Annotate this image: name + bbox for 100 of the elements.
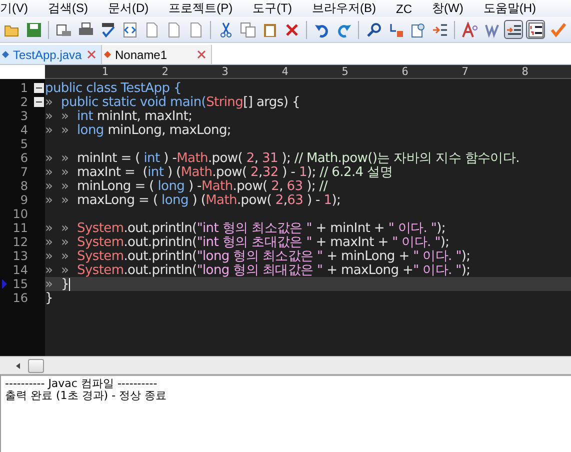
menu-item[interactable]: 브라우저(B) — [312, 0, 376, 17]
tab-mark: » — [45, 122, 54, 138]
tab-mark: » — [45, 164, 54, 180]
line-number: 5 — [19, 137, 28, 151]
line-number: 7 — [19, 165, 28, 179]
code-text: .pow( — [208, 150, 243, 166]
code-text: .out.println( — [124, 262, 197, 278]
code-text: Math — [206, 192, 237, 208]
ruler-number: 8 — [520, 65, 530, 78]
code-text: ) ( — [166, 164, 181, 180]
menu-item[interactable]: 도움말(H) — [483, 0, 536, 17]
code-text: ); — [436, 220, 446, 236]
copy-icon — [240, 22, 256, 38]
line-number: 4 — [19, 123, 28, 137]
fold-toggle-icon[interactable] — [34, 83, 44, 93]
toolbar-button[interactable] — [504, 20, 523, 39]
line-numbers-icon — [528, 22, 544, 38]
code-text: 2 — [250, 164, 259, 180]
code-text: public class TestApp { — [45, 80, 182, 96]
italic-w-icon — [484, 22, 500, 38]
menu-item[interactable]: 도구(T) — [252, 0, 292, 17]
menu-item[interactable]: 기(V) — [0, 0, 28, 17]
line-number: 16 — [12, 291, 28, 305]
scroll-thumb[interactable] — [28, 358, 44, 372]
code-text: // Math.pow()는 자바의 지수 함수이다. — [294, 150, 520, 166]
menu-item[interactable]: 문서(D) — [108, 0, 149, 17]
code-text: " 이다. " — [413, 262, 462, 279]
code-text: "int 형의 최소값은 " — [196, 220, 312, 236]
code-text: 31 — [262, 150, 278, 166]
code-text: 2 — [271, 178, 280, 194]
code-text: .out.println( — [124, 220, 197, 236]
code-text: 1 — [299, 164, 307, 180]
menu-item[interactable]: 프로젝트(P) — [168, 0, 233, 17]
code-text: 32 — [262, 164, 278, 180]
page-icon — [144, 22, 160, 38]
tab-label: Noname1 — [115, 48, 168, 62]
ruler-number: 7 — [460, 65, 470, 78]
toolbar-button[interactable] — [526, 20, 545, 39]
code-page-icon — [122, 22, 138, 38]
scissors-icon — [218, 22, 234, 38]
menu-item[interactable]: 창(W) — [432, 0, 464, 17]
line-number: 1 — [19, 81, 28, 95]
code-editor[interactable] — [0, 79, 571, 356]
code-text: Math — [180, 164, 212, 180]
tab-mark: » — [45, 150, 54, 166]
code-text: long — [158, 178, 185, 194]
code-text: 2 — [275, 192, 284, 208]
code-text: // 6.2.4 설명 — [320, 165, 392, 180]
code-text: 2 — [246, 150, 254, 166]
search-icon — [366, 22, 382, 38]
close-icon — [284, 22, 300, 38]
code-text: ); — [280, 150, 292, 166]
tab-mark: » — [61, 234, 70, 250]
code-text: ); — [306, 178, 316, 194]
code-text: ) ( — [191, 192, 206, 208]
fold-toggle-icon[interactable] — [34, 97, 44, 107]
horizontal-scrollbar[interactable] — [0, 356, 571, 374]
tab-mark: » — [45, 108, 54, 124]
tab-mark: » — [45, 192, 54, 208]
output-line: 출력 완료 (1초 경과) - 정상 종료 — [5, 390, 168, 402]
line-number: 13 — [12, 249, 28, 263]
close-icon[interactable] — [86, 49, 97, 60]
menu-item[interactable]: ZC — [396, 2, 412, 16]
line-number: 3 — [19, 109, 28, 123]
code-text: minLong, maxLong; — [106, 122, 231, 138]
file-tab[interactable]: TestApp.java — [0, 45, 102, 64]
code-text: System — [77, 248, 124, 264]
tab-mark: » — [61, 150, 70, 166]
code-text: 1 — [324, 192, 332, 208]
menu-item[interactable]: 검색(S) — [48, 0, 88, 17]
code-text: System — [77, 234, 124, 250]
code-text: int — [148, 164, 164, 180]
save-icon — [26, 22, 42, 38]
code-text: .out.println( — [124, 248, 197, 264]
code-text: minInt, maxInt; — [96, 108, 192, 124]
ruler-number: 6 — [400, 65, 410, 78]
font-icon — [462, 22, 478, 38]
code-text: maxLong = ( — [77, 192, 159, 208]
code-text: public static void main( — [61, 94, 206, 110]
tab-mark: » — [45, 276, 54, 292]
code-text: } — [45, 290, 53, 306]
line-number: 9 — [19, 193, 28, 207]
print-icon — [78, 22, 94, 38]
code-text: int — [77, 108, 94, 124]
clipboard-icon — [262, 22, 278, 38]
page-icon — [166, 22, 182, 38]
code-text: " 이다. " — [388, 220, 437, 236]
file-tab[interactable]: Noname1 — [102, 45, 212, 64]
code-text: [] args) { — [243, 94, 300, 110]
line-number: 10 — [12, 207, 28, 221]
close-icon[interactable] — [196, 49, 207, 60]
tab-mark: » — [45, 94, 53, 110]
line-number: 2 — [19, 95, 28, 109]
code-text: ) - — [188, 178, 202, 194]
code-text: minInt = ( — [77, 150, 141, 166]
code-text: ) - — [162, 150, 177, 166]
line-number: 15 — [12, 277, 28, 291]
code-text: " 이다. " — [392, 234, 440, 250]
code-text: System — [77, 220, 124, 236]
tab-mark: » — [45, 220, 54, 236]
